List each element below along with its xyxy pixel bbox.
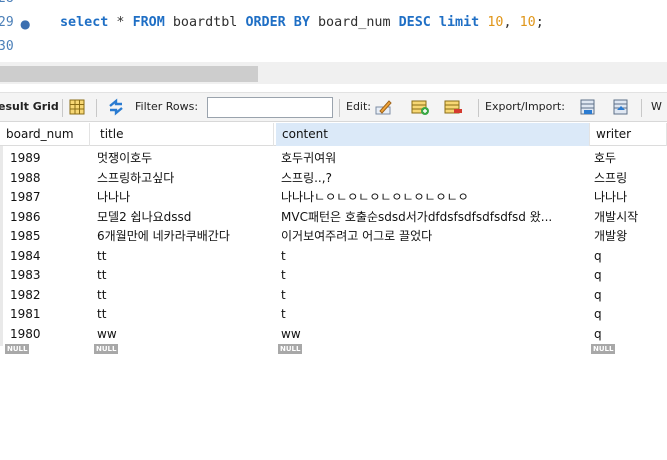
cell-title[interactable]: 멋쟁이호두 — [97, 149, 275, 169]
table-row[interactable]: 1987 나나나 나나나ㄴㅇㄴㅇㄴㅇㄴㅇㄴㅇㄴㅇㄴㅇ 나나나 — [0, 188, 667, 208]
table-row[interactable]: 1989 멋쟁이호두 호두귀여워 호두 — [0, 149, 667, 169]
column-header-content[interactable]: content — [276, 123, 590, 146]
cell-writer[interactable]: q — [594, 247, 664, 267]
sql-token: ; — [535, 15, 544, 30]
export-icon[interactable] — [578, 98, 598, 116]
cell-title[interactable]: tt — [97, 305, 275, 325]
null-badge: NULL — [94, 344, 119, 354]
cell-title[interactable]: 스프링하고싶다 — [97, 169, 275, 189]
cell-content[interactable]: t — [281, 305, 587, 325]
toolbar-divider — [96, 99, 97, 117]
column-header-writer[interactable]: writer — [590, 123, 667, 146]
line-number: 30 — [0, 39, 14, 54]
cell-title[interactable]: tt — [97, 286, 275, 306]
null-badge: NULL — [5, 344, 30, 354]
line-number: 28 — [0, 0, 14, 9]
cell-content[interactable]: 이거보여주려고 어그로 끌었다 — [281, 227, 587, 247]
table-row[interactable]: 1984 tt t q — [0, 247, 667, 267]
scrollbar-thumb[interactable] — [0, 66, 258, 82]
import-icon[interactable] — [611, 98, 631, 116]
sql-token: board_num — [309, 15, 399, 30]
toolbar-divider — [478, 99, 479, 117]
sql-editor[interactable]: 28 29 ● select * FROM boardtbl ORDER BY … — [0, 0, 667, 60]
sql-token: select — [60, 15, 109, 30]
cell-title[interactable]: 6개월만에 네카라쿠배간다 — [97, 227, 275, 247]
sql-token: , — [503, 15, 520, 30]
sql-token: FROM — [132, 15, 165, 30]
cell-content[interactable]: t — [281, 247, 587, 267]
cell-writer[interactable]: 개발왕 — [594, 227, 664, 247]
sql-token: * — [108, 15, 133, 30]
table-row[interactable]: 1988 스프링하고싶다 스프링..,? 스프링 — [0, 169, 667, 189]
sql-token: 10 — [519, 15, 536, 30]
filter-rows-label: Filter Rows: — [135, 100, 199, 113]
cell-content[interactable]: 나나나ㄴㅇㄴㅇㄴㅇㄴㅇㄴㅇㄴㅇㄴㅇ — [281, 188, 587, 208]
editor-horizontal-scrollbar[interactable] — [0, 62, 667, 84]
cell-writer[interactable]: 스프링 — [594, 169, 664, 189]
result-grid-label[interactable]: esult Grid — [0, 100, 59, 114]
wrap-cell-label[interactable]: W — [651, 100, 662, 114]
cell-content[interactable]: MVC패턴은 호출순sdsd서가dfdsfsdfsdfsdfsd 왔... — [281, 208, 587, 228]
cell-board-num[interactable]: 1985 — [10, 227, 92, 247]
line-number: 29 — [0, 15, 14, 30]
code-line-29[interactable]: 29 ● select * FROM boardtbl ORDER BY boa… — [0, 13, 667, 33]
null-badge: NULL — [278, 344, 303, 354]
cell-title[interactable]: tt — [97, 266, 275, 286]
cell-board-num[interactable]: 1983 — [10, 266, 92, 286]
edit-cell-icon[interactable] — [374, 98, 394, 116]
cell-content[interactable]: 호두귀여워 — [281, 149, 587, 169]
cell-writer[interactable]: 개발시작 — [594, 208, 664, 228]
column-header-title[interactable]: title — [94, 123, 274, 146]
cell-board-num[interactable]: 1986 — [10, 208, 92, 228]
cell-content[interactable]: 스프링..,? — [281, 169, 587, 189]
cell-writer[interactable]: 호두 — [594, 149, 664, 169]
cell-content[interactable]: t — [281, 266, 587, 286]
column-header-board-num[interactable]: board_num — [0, 123, 90, 146]
sql-token: DESC limit — [398, 15, 480, 30]
delete-row-icon[interactable] — [443, 98, 463, 116]
grid-view-icon[interactable] — [67, 98, 87, 116]
toolbar-divider — [641, 99, 642, 117]
statement-bullet-icon: ● — [20, 17, 31, 31]
cell-board-num[interactable]: 1981 — [10, 305, 92, 325]
export-import-label: Export/Import: — [485, 100, 565, 113]
table-row[interactable]: 1982 tt t q — [0, 286, 667, 306]
toolbar-divider — [62, 99, 63, 117]
cell-title[interactable]: 모델2 쉽나요dssd — [97, 208, 275, 228]
sql-token: ORDER BY — [245, 15, 310, 30]
null-badge: NULL — [591, 344, 616, 354]
refresh-icon[interactable] — [106, 98, 126, 116]
cell-writer[interactable]: q — [594, 266, 664, 286]
cell-board-num[interactable]: 1987 — [10, 188, 92, 208]
toolbar-divider — [339, 99, 340, 117]
table-row[interactable]: 1981 tt t q — [0, 305, 667, 325]
edit-label: Edit: — [346, 100, 372, 113]
cell-board-num[interactable]: 1988 — [10, 169, 92, 189]
cell-board-num[interactable]: 1989 — [10, 149, 92, 169]
cell-board-num[interactable]: 1984 — [10, 247, 92, 267]
add-row-icon[interactable] — [410, 98, 430, 116]
result-grid[interactable]: board_num title content writer 1989 멋쟁이호두… — [0, 123, 667, 371]
cell-writer[interactable]: q — [594, 305, 664, 325]
cell-title[interactable]: 나나나 — [97, 188, 275, 208]
code-line-28: 28 — [0, 0, 667, 9]
sql-token: boardtbl — [164, 15, 246, 30]
result-toolbar: esult Grid Filter Rows: Edit: Export/Imp… — [0, 92, 667, 122]
table-row[interactable]: 1986 모델2 쉽나요dssd MVC패턴은 호출순sdsd서가dfdsfsdfs… — [0, 208, 667, 228]
code-line-30: 30 — [0, 37, 667, 57]
filter-rows-input[interactable] — [207, 97, 333, 118]
cell-board-num[interactable]: 1982 — [10, 286, 92, 306]
sql-token: 10 — [487, 15, 504, 30]
cell-title[interactable]: tt — [97, 247, 275, 267]
null-row[interactable]: NULL NULL NULL NULL — [0, 340, 667, 360]
table-row[interactable]: 1985 6개월만에 네카라쿠배간다 이거보여주려고 어그로 끌었다 개발왕 — [0, 227, 667, 247]
grid-header: board_num title content writer — [0, 123, 667, 146]
table-row[interactable]: 1983 tt t q — [0, 266, 667, 286]
cell-content[interactable]: t — [281, 286, 587, 306]
cell-writer[interactable]: q — [594, 286, 664, 306]
cell-writer[interactable]: 나나나 — [594, 188, 664, 208]
sql-query[interactable]: select * FROM boardtbl ORDER BY board_nu… — [60, 13, 544, 33]
